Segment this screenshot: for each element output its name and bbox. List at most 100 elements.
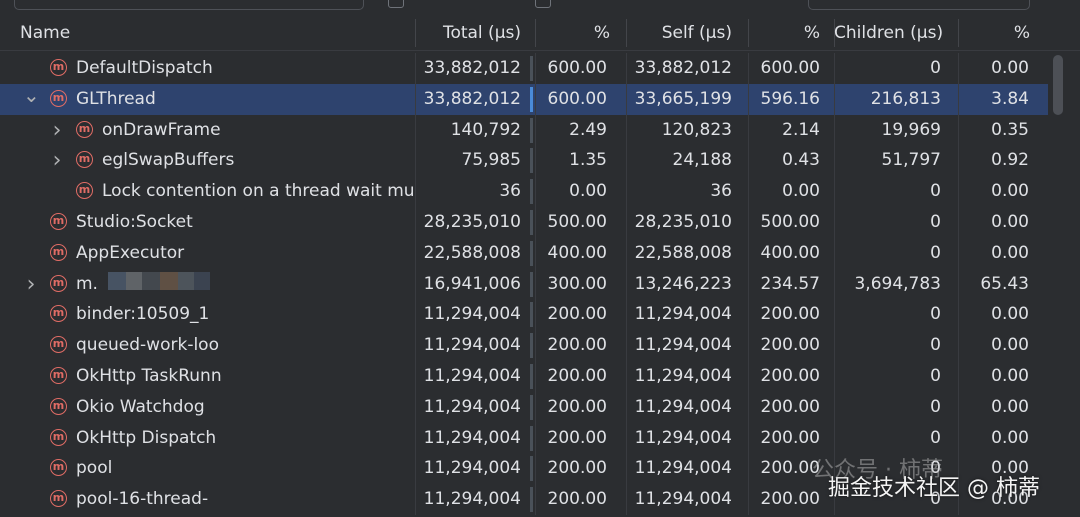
- chevron-down-icon[interactable]: ⌄: [23, 84, 40, 115]
- chevron-right-icon[interactable]: ›: [49, 145, 65, 176]
- method-icon: m: [50, 490, 67, 508]
- cell-self-pct: 596.16: [760, 88, 820, 109]
- cell-self: 28,235,010: [634, 212, 732, 232]
- table-row[interactable]: m DefaultDispatch 33,882,012 600.00 33,882,0…: [0, 53, 1048, 84]
- cell-total: 22,588,008: [423, 242, 521, 263]
- cell-self-pct: 400.00: [760, 242, 820, 263]
- cell-total: 11,294,004: [423, 458, 521, 479]
- toolbar-checkbox-2[interactable]: [535, 0, 551, 8]
- vertical-scrollbar[interactable]: [1050, 51, 1066, 517]
- cell-children: 19,969: [881, 119, 941, 140]
- cell-total-pct: 200.00: [547, 427, 607, 448]
- method-icon: m: [50, 274, 67, 292]
- total-percent-bar: [530, 210, 533, 235]
- cell-total: 11,294,004: [423, 366, 521, 386]
- cell-total-pct: 200.00: [547, 366, 607, 386]
- table-row[interactable]: › m eglSwapBuffers 75,985 1.35 24,188 0.43 51,7…: [0, 145, 1048, 177]
- method-icon: m: [50, 89, 67, 107]
- cell-total: 11,294,004: [423, 335, 521, 356]
- table-row[interactable]: m OkHttp TaskRunn 11,294,004 200.00 11,294,0…: [0, 361, 1048, 392]
- table-row[interactable]: m OkHttp Dispatch 11,294,004 200.00 11,294,0…: [0, 422, 1048, 454]
- chevron-right-icon[interactable]: ›: [49, 115, 65, 146]
- header-name[interactable]: Name: [20, 16, 70, 50]
- cell-children-pct: 0.00: [991, 242, 1029, 263]
- method-name: onDrawFrame: [102, 119, 221, 140]
- cell-self-pct: 200.00: [760, 427, 820, 448]
- cell-self-pct: 500.00: [760, 212, 820, 232]
- cell-self-pct: 200.00: [760, 396, 820, 417]
- method-name: AppExecutor: [76, 242, 185, 263]
- cell-self-pct: 234.57: [760, 273, 820, 294]
- redaction-block: [160, 272, 178, 290]
- cell-self: 33,882,012: [634, 58, 732, 78]
- cell-total-pct: 200.00: [547, 304, 607, 325]
- cell-self: 11,294,004: [634, 489, 732, 510]
- watermark-line-2: 掘金技术社区 @ 柿蒂: [828, 476, 1040, 501]
- table-row[interactable]: m AppExecutor 22,588,008 400.00 22,588,008 40…: [0, 237, 1048, 269]
- total-percent-bar: [530, 425, 533, 451]
- cell-children-pct: 0.00: [991, 396, 1029, 417]
- cell-children-pct: 0.00: [991, 427, 1029, 448]
- header-children-percent[interactable]: %: [958, 16, 1030, 50]
- method-name: GLThread: [76, 88, 156, 109]
- table-row[interactable]: m Studio:Socket 28,235,010 500.00 28,235,010…: [0, 207, 1048, 238]
- cell-self-pct: 200.00: [760, 304, 820, 325]
- cell-children-pct: 0.00: [991, 366, 1029, 386]
- cell-self: 11,294,004: [634, 335, 732, 356]
- search-input[interactable]: [14, 0, 364, 10]
- toolbar-strip: [0, 0, 1080, 16]
- total-percent-bar: [530, 86, 533, 112]
- cell-total: 11,294,004: [423, 489, 521, 510]
- table-row[interactable]: › m onDrawFrame 140,792 2.49 120,823 2.14 19,96…: [0, 114, 1048, 146]
- method-name: queued-work-loo: [76, 335, 219, 356]
- cell-children: 0: [930, 427, 941, 448]
- scrollbar-thumb[interactable]: [1053, 55, 1063, 115]
- cell-total: 140,792: [450, 119, 521, 140]
- header-children[interactable]: Children (µs): [834, 16, 943, 50]
- cell-total: 75,985: [461, 150, 521, 171]
- method-icon: m: [50, 397, 67, 415]
- cell-children-pct: 0.00: [991, 58, 1029, 78]
- table-row[interactable]: m queued-work-loo 11,294,004 200.00 11,294,0…: [0, 330, 1048, 362]
- cell-self: 36: [710, 181, 732, 202]
- method-icon: m: [50, 367, 67, 384]
- table-row[interactable]: m Okio Watchdog 11,294,004 200.00 11,294,004…: [0, 391, 1048, 423]
- cell-total-pct: 200.00: [547, 458, 607, 479]
- toolbar-checkbox-1[interactable]: [388, 0, 404, 8]
- table-row[interactable]: ⌄ m GLThread 33,882,012 600.00 33,665,199 596.…: [0, 83, 1048, 115]
- header-self-percent[interactable]: %: [748, 16, 820, 50]
- filter-dropdown[interactable]: [808, 0, 1030, 10]
- cell-total-pct: 2.49: [569, 119, 607, 140]
- cell-children-pct: 65.43: [980, 273, 1029, 294]
- header-total[interactable]: Total (µs): [415, 16, 521, 50]
- header-total-percent[interactable]: %: [535, 16, 610, 50]
- header-self[interactable]: Self (µs): [626, 16, 732, 50]
- cell-children: 0: [930, 366, 941, 386]
- method-icon: m: [76, 120, 93, 138]
- cell-self-pct: 200.00: [760, 489, 820, 510]
- total-percent-bar: [530, 302, 533, 328]
- cell-total-pct: 200.00: [547, 335, 607, 356]
- method-name: pool-16-thread-: [76, 489, 209, 510]
- cell-self: 120,823: [661, 119, 732, 140]
- table-row[interactable]: m binder:10509_1 11,294,004 200.00 11,294,00…: [0, 299, 1048, 331]
- cell-children: 216,813: [870, 88, 941, 109]
- method-icon: m: [50, 213, 67, 230]
- method-icon: m: [50, 59, 67, 76]
- method-name: Lock contention on a thread wait mut: [102, 181, 414, 202]
- method-name: binder:10509_1: [76, 304, 210, 325]
- cell-self: 11,294,004: [634, 458, 732, 479]
- cell-self-pct: 2.14: [782, 119, 820, 140]
- cell-self: 22,588,008: [634, 242, 732, 263]
- method-name: Okio Watchdog: [76, 396, 205, 417]
- chevron-right-icon[interactable]: ›: [23, 269, 39, 300]
- cell-children: 0: [930, 181, 941, 202]
- cell-total: 33,882,012: [423, 58, 521, 78]
- table-row[interactable]: m Lock contention on a thread wait mut 36 0…: [0, 176, 1048, 208]
- redaction-block: [142, 272, 160, 290]
- cell-total: 33,882,012: [423, 88, 521, 109]
- cell-total-pct: 0.00: [569, 181, 607, 202]
- method-icon: m: [76, 182, 93, 200]
- cell-self-pct: 200.00: [760, 366, 820, 386]
- cell-children: 0: [930, 242, 941, 263]
